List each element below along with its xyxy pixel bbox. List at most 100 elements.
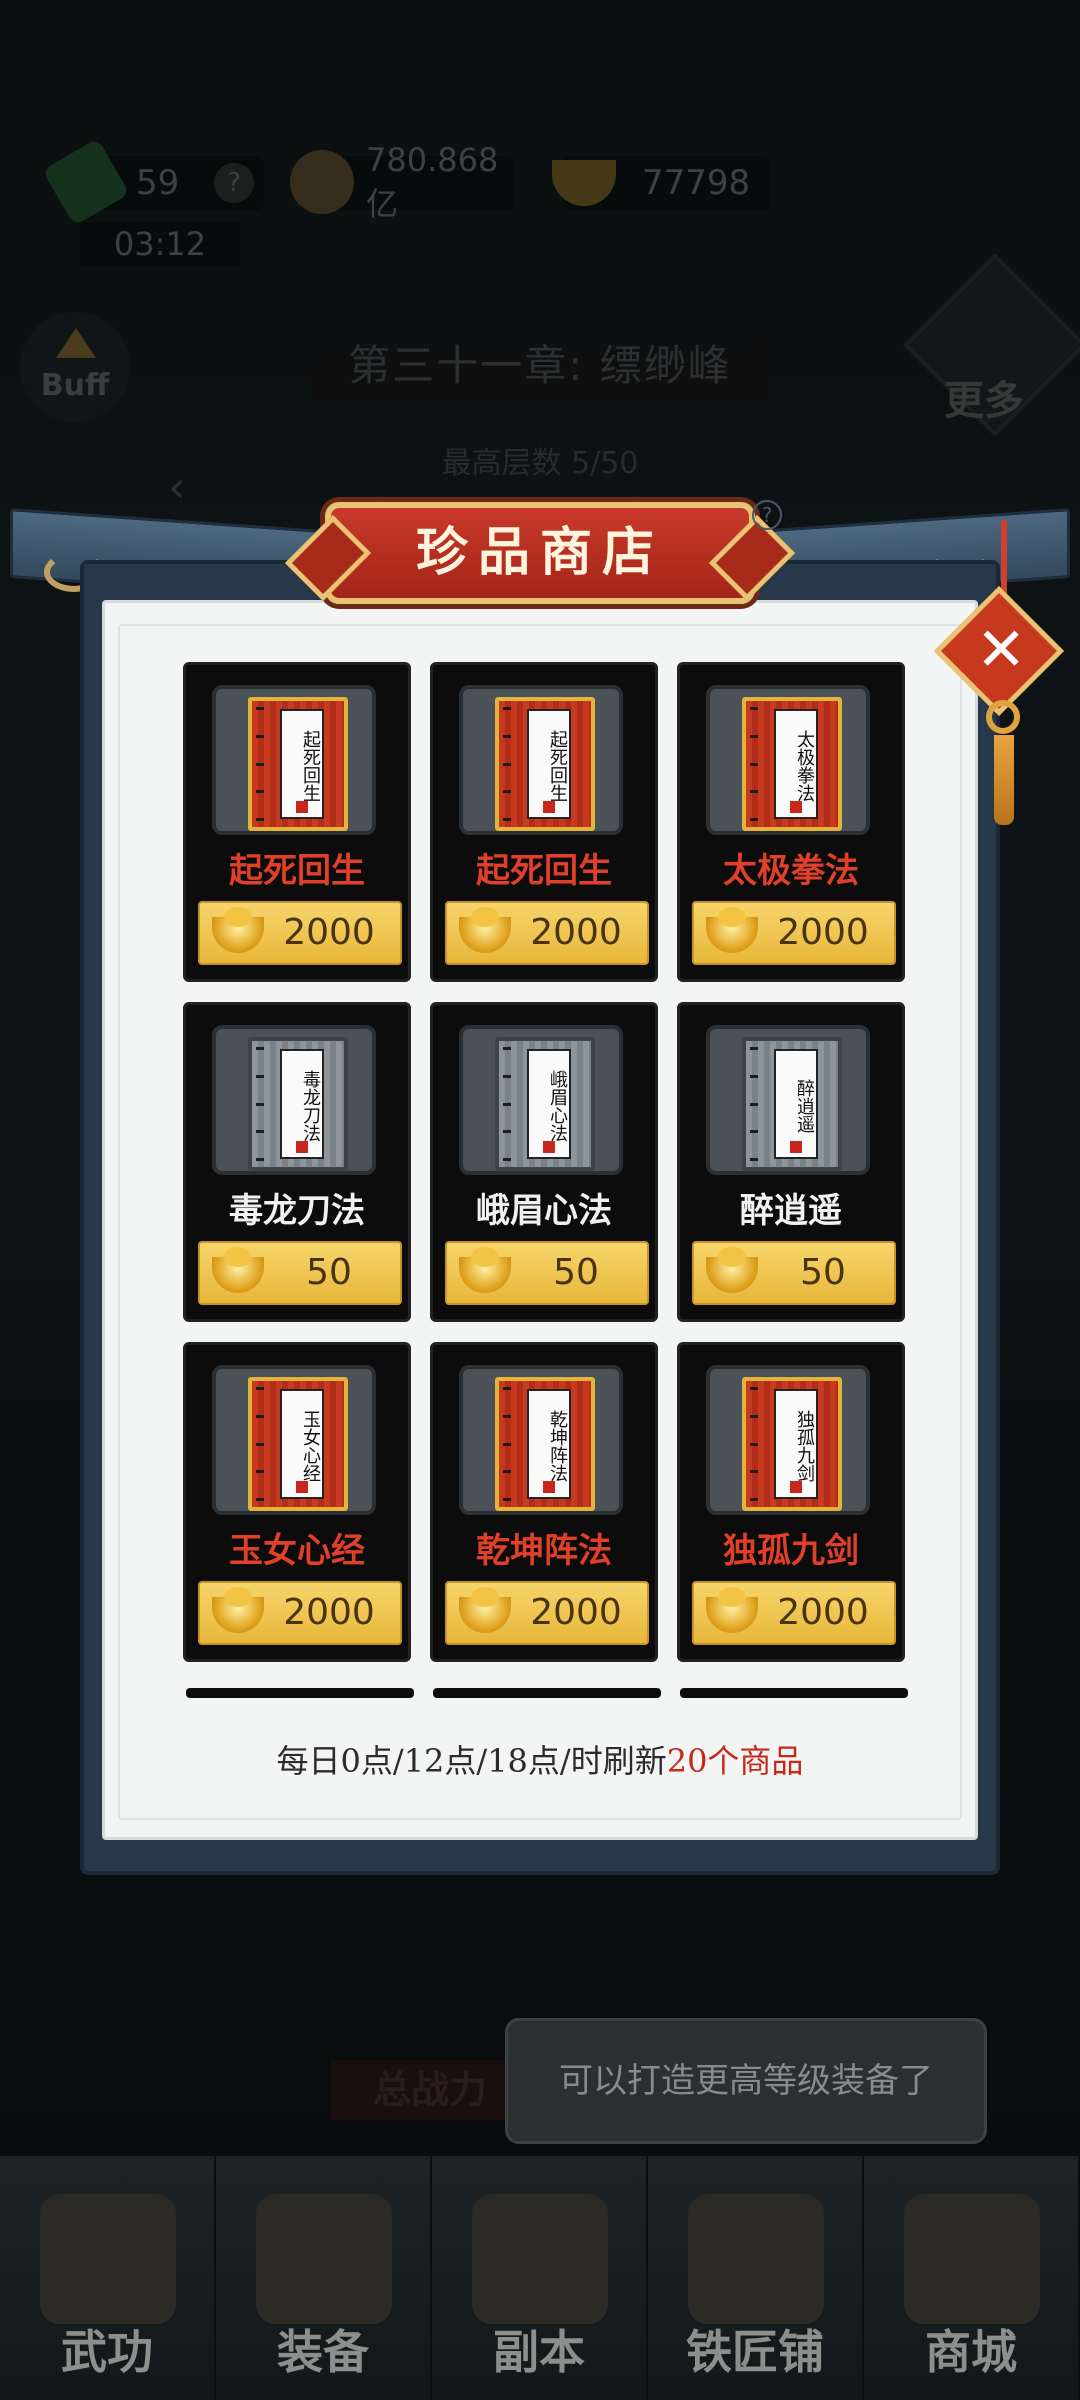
shop-item-card[interactable]: 玉女心经 玉女心经 2000 [183,1342,411,1662]
armor-icon [256,2194,392,2324]
seal-mark [543,801,555,813]
nav-label: 武功 [61,2325,153,2379]
gold-ingot-icon [459,1247,511,1293]
item-slot: 峨眉心法 [459,1025,623,1175]
tassel-decoration [994,735,1014,825]
seal-mark [790,801,802,813]
buy-button[interactable]: 2000 [445,901,649,965]
buy-button[interactable]: 50 [692,1241,896,1305]
shop-item-card[interactable]: 起死回生 起死回生 2000 [430,662,658,982]
item-slot: 起死回生 [212,685,376,835]
shop-title-plate: 珍品商店 [325,502,755,604]
item-price: 2000 [777,912,869,953]
nav-label: 铁匠铺 [686,2325,824,2379]
item-price: 50 [306,1252,352,1293]
item-name: 起死回生 [229,851,365,891]
tassel-knot [986,700,1020,734]
item-name: 乾坤阵法 [476,1531,612,1571]
crossed-swords-icon [472,2194,608,2324]
nav-item-equipment[interactable]: 装备 [216,2156,432,2400]
shop-item-card[interactable]: 醉逍遥 醉逍遥 50 [677,1002,905,1322]
item-slot: 玉女心经 [212,1365,376,1515]
item-slot: 乾坤阵法 [459,1365,623,1515]
book-spine [750,1387,758,1501]
gold-ingot-icon [459,1587,511,1633]
book-spine [256,1047,264,1161]
gold-ingot-icon [706,1587,758,1633]
buy-button[interactable]: 2000 [198,901,402,965]
nav-item-dungeon[interactable]: 副本 [432,2156,648,2400]
item-name: 太极拳法 [723,851,859,891]
item-name: 峨眉心法 [476,1191,612,1231]
seal-mark [296,1481,308,1493]
item-name: 独孤九剑 [723,1531,859,1571]
book-spine [750,707,758,821]
book-spine [256,1387,264,1501]
gold-ingot-icon [212,907,264,953]
book-icon: 乾坤阵法 [495,1377,595,1511]
buy-button[interactable]: 2000 [692,901,896,965]
item-price: 2000 [777,1592,869,1633]
book-icon: 毒龙刀法 [248,1037,348,1171]
nav-label: 商城 [925,2325,1017,2379]
book-icon: 醉逍遥 [742,1037,842,1171]
buy-button[interactable]: 2000 [692,1581,896,1645]
shop-item-card[interactable]: 乾坤阵法 乾坤阵法 2000 [430,1342,658,1662]
toast-message: 可以打造更高等级装备了 [505,2018,987,2144]
refresh-count: 20个商品 [666,1742,804,1780]
book-spine [503,1047,511,1161]
gold-ingot-icon [212,1587,264,1633]
nav-label: 装备 [277,2325,369,2379]
nav-item-blacksmith[interactable]: 铁匠铺 [648,2156,864,2400]
gold-ingot-icon [706,907,758,953]
nav-item-mall[interactable]: 商城 [864,2156,1080,2400]
buy-button[interactable]: 2000 [198,1581,402,1645]
seal-mark [790,1481,802,1493]
nav-label: 副本 [493,2325,585,2379]
item-name: 玉女心经 [229,1531,365,1571]
scroll-icon [40,2194,176,2324]
item-price: 2000 [530,912,622,953]
book-icon: 独孤九剑 [742,1377,842,1511]
book-icon: 太极拳法 [742,697,842,831]
shop-item-card[interactable]: 独孤九剑 独孤九剑 2000 [677,1342,905,1662]
shop-item-card[interactable]: 太极拳法 太极拳法 2000 [677,662,905,982]
shop-item-card[interactable]: 毒龙刀法 毒龙刀法 50 [183,1002,411,1322]
next-row-peek [433,1688,661,1698]
item-price: 50 [800,1252,846,1293]
gold-ingot-icon [212,1247,264,1293]
shop-title: 珍品商店 [415,522,664,583]
item-slot: 醉逍遥 [706,1025,870,1175]
buy-button[interactable]: 50 [198,1241,402,1305]
item-price: 50 [553,1252,599,1293]
book-spine [256,707,264,821]
nav-item-martial-arts[interactable]: 武功 [0,2156,216,2400]
item-price: 2000 [283,912,375,953]
seal-mark [296,801,308,813]
item-name: 起死回生 [476,851,612,891]
shop-item-card[interactable]: 峨眉心法 峨眉心法 50 [430,1002,658,1322]
item-slot: 独孤九剑 [706,1365,870,1515]
anvil-icon [688,2194,824,2324]
seal-mark [296,1141,308,1153]
next-row-peek [680,1688,908,1698]
refresh-text: 每日0点/12点/18点/时刷新 [276,1742,667,1780]
item-name: 毒龙刀法 [229,1191,365,1231]
book-spine [503,707,511,821]
shop-item-card[interactable]: 起死回生 起死回生 2000 [183,662,411,982]
book-icon: 起死回生 [495,697,595,831]
item-name: 醉逍遥 [740,1191,842,1231]
book-spine [503,1387,511,1501]
chest-icon [904,2194,1040,2324]
book-icon: 玉女心经 [248,1377,348,1511]
item-price: 2000 [530,1592,622,1633]
buy-button[interactable]: 50 [445,1241,649,1305]
item-slot: 毒龙刀法 [212,1025,376,1175]
close-icon[interactable]: ✕ [976,612,1026,688]
game-screen: 59 ? 03:12 780.868亿 77798 Buff 第三十一章: 缥缈… [0,0,1080,2400]
gold-ingot-icon [459,907,511,953]
seal-mark [543,1481,555,1493]
seal-mark [790,1141,802,1153]
book-icon: 峨眉心法 [495,1037,595,1171]
buy-button[interactable]: 2000 [445,1581,649,1645]
